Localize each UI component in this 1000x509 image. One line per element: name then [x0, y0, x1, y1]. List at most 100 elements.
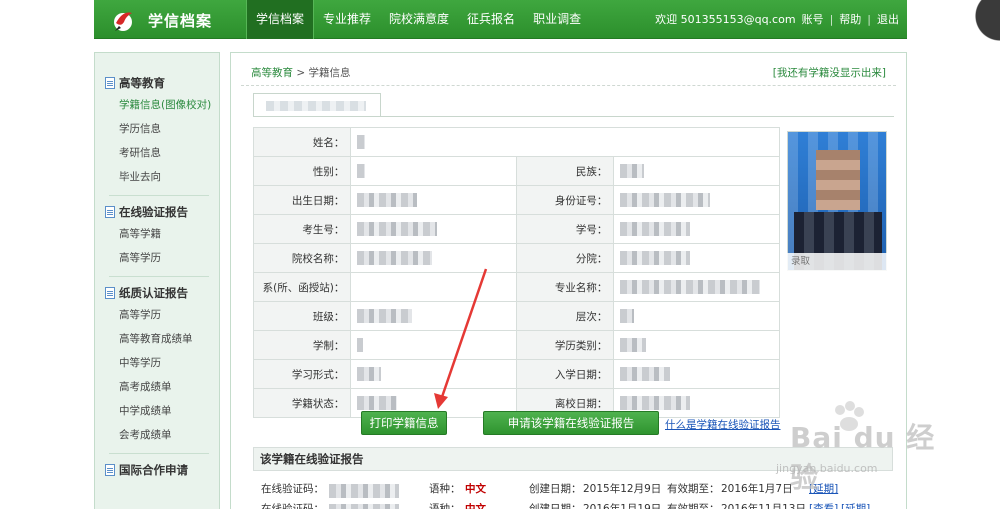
label-school: 院校名称：	[252, 243, 352, 273]
redacted-value	[620, 309, 635, 323]
redacted-value	[620, 367, 671, 381]
label-branch: 分院：	[515, 243, 615, 273]
screen-edge-decoration	[960, 0, 1000, 509]
verify-row: 在线验证码： 语种： 中文 创建日期： 2016年1月19日 有效期至： 201…	[253, 497, 893, 509]
sidebar-item-degree-info[interactable]: 学历信息	[105, 117, 219, 141]
sidebar-section-paper-cert: 纸质认证报告	[105, 283, 219, 303]
label-exam-no: 考生号：	[252, 214, 352, 244]
photo-face	[816, 150, 860, 210]
user-area: 欢迎 501355153@qq.com 账号 | 帮助 | 退出	[655, 0, 899, 39]
photo-caption: 录取	[787, 253, 887, 271]
value-gender	[350, 156, 517, 186]
redacted-value	[357, 164, 366, 178]
sidebar-item-postgrad-info[interactable]: 考研信息	[105, 141, 219, 165]
sidebar-section-international[interactable]: 国际合作申请	[105, 460, 219, 480]
divider	[109, 276, 209, 277]
valid-value: 2016年1月7日	[721, 483, 793, 495]
lang-label: 语种：	[429, 483, 461, 495]
value-exam-no	[350, 214, 517, 244]
label-student-no: 学号：	[515, 214, 615, 244]
redacted-value	[620, 280, 761, 294]
table-row: 性别： 民族：	[252, 156, 780, 186]
sidebar-item-higher-degree[interactable]: 高等学历	[105, 246, 219, 270]
tab-underline	[253, 116, 894, 117]
apply-report-button[interactable]: 申请该学籍在线验证报告	[483, 411, 659, 435]
extend-link[interactable]: [延期]	[809, 481, 838, 496]
table-row: 学习形式： 入学日期：	[252, 359, 780, 389]
redacted-value	[620, 193, 711, 207]
label-level: 层次：	[515, 301, 615, 331]
value-enroll-date	[613, 359, 780, 389]
extend-link[interactable]: [延期]	[841, 501, 870, 509]
separator: |	[829, 13, 834, 26]
table-row: 考生号： 学号：	[252, 214, 780, 244]
redacted-value	[357, 135, 366, 149]
verify-row: 在线验证码： 语种： 中文 创建日期： 2015年12月9日 有效期至： 201…	[253, 477, 893, 498]
nav-item-major-recommend[interactable]: 专业推荐	[314, 0, 380, 39]
sidebar-item-secondary-degree[interactable]: 中等学历	[105, 351, 219, 375]
view-link[interactable]: [查看]	[809, 501, 838, 509]
tab-school-record[interactable]	[253, 93, 381, 117]
sidebar-item-higher-status[interactable]: 高等学籍	[105, 222, 219, 246]
breadcrumb-current: 学籍信息	[308, 67, 351, 79]
page: 学信档案 学信档案 专业推荐 院校满意度 征兵报名 职业调查 欢迎 501355…	[0, 0, 1000, 509]
breadcrumb-link[interactable]: 高等教育	[251, 67, 293, 79]
label-enroll-date: 入学日期：	[515, 359, 615, 389]
label-edu-type: 学历类别：	[515, 330, 615, 360]
what-is-report-link[interactable]: 什么是学籍在线验证报告	[665, 417, 781, 432]
breadcrumb: 高等教育 > 学籍信息	[251, 65, 351, 80]
table-row: 出生日期： 身份证号：	[252, 185, 780, 215]
redacted-value	[620, 222, 691, 236]
valid-label: 有效期至：	[667, 503, 720, 509]
redacted-value	[620, 338, 647, 352]
sidebar-item-student-status[interactable]: 学籍信息(图像校对)	[105, 93, 219, 117]
value-student-no	[613, 214, 780, 244]
redacted-value	[620, 396, 691, 410]
document-icon	[105, 206, 115, 218]
lang-label: 语种：	[429, 503, 461, 509]
help-link[interactable]: 帮助	[839, 0, 861, 39]
sidebar-item-huikao-score[interactable]: 会考成绩单	[105, 423, 219, 447]
redacted-tab-label	[266, 101, 366, 111]
code-label: 在线验证码：	[261, 483, 324, 495]
verify-section-title: 该学籍在线验证报告	[253, 447, 893, 471]
value-study-form	[350, 359, 517, 389]
created-value: 2015年12月9日	[583, 483, 662, 495]
valid-label: 有效期至：	[667, 483, 720, 495]
created-label: 创建日期：	[529, 503, 582, 509]
section-title: 国际合作申请	[119, 463, 188, 477]
sidebar-item-middle-school-score[interactable]: 中学成绩单	[105, 399, 219, 423]
logout-link[interactable]: 退出	[877, 0, 899, 39]
nav-item-school-satisfaction[interactable]: 院校满意度	[380, 0, 458, 39]
sidebar-section-higher-edu: 高等教育	[105, 73, 219, 93]
value-ethnicity	[613, 156, 780, 186]
value-level	[613, 301, 780, 331]
table-row: 姓名：	[252, 127, 780, 157]
sidebar-item-gaokao-score[interactable]: 高考成绩单	[105, 375, 219, 399]
code-label: 在线验证码：	[261, 503, 324, 509]
redacted-value	[357, 338, 364, 352]
value-name	[350, 127, 780, 157]
redacted-value	[357, 367, 382, 381]
table-row: 系(所、函授站)： 专业名称：	[252, 272, 780, 302]
sidebar-item-graduation[interactable]: 毕业去向	[105, 165, 219, 189]
value-birth	[350, 185, 517, 215]
print-status-button[interactable]: 打印学籍信息	[361, 411, 447, 435]
brand-title: 学信档案	[148, 12, 213, 30]
missing-status-link[interactable]: [我还有学籍没显示出来]	[773, 65, 886, 80]
account-link[interactable]: 账号	[802, 0, 824, 39]
redacted-value	[357, 251, 433, 265]
sidebar-item-paper-degree[interactable]: 高等学历	[105, 303, 219, 327]
student-info-table: 姓名： 性别： 民族： 出生日期： 身份证号： 考生号： 学号： 院校名称： 分…	[252, 127, 780, 418]
divider	[241, 85, 896, 86]
value-duration	[350, 330, 517, 360]
nav-item-career-survey[interactable]: 职业调查	[524, 0, 590, 39]
label-birth: 出生日期：	[252, 185, 352, 215]
sidebar-section-online-report: 在线验证报告	[105, 202, 219, 222]
sidebar-item-transcript[interactable]: 高等教育成绩单	[105, 327, 219, 351]
section-title: 纸质认证报告	[119, 286, 188, 300]
nav-item-recruitment[interactable]: 征兵报名	[458, 0, 524, 39]
label-study-form: 学习形式：	[252, 359, 352, 389]
label-id-no: 身份证号：	[515, 185, 615, 215]
nav-item-archive[interactable]: 学信档案	[246, 0, 315, 39]
